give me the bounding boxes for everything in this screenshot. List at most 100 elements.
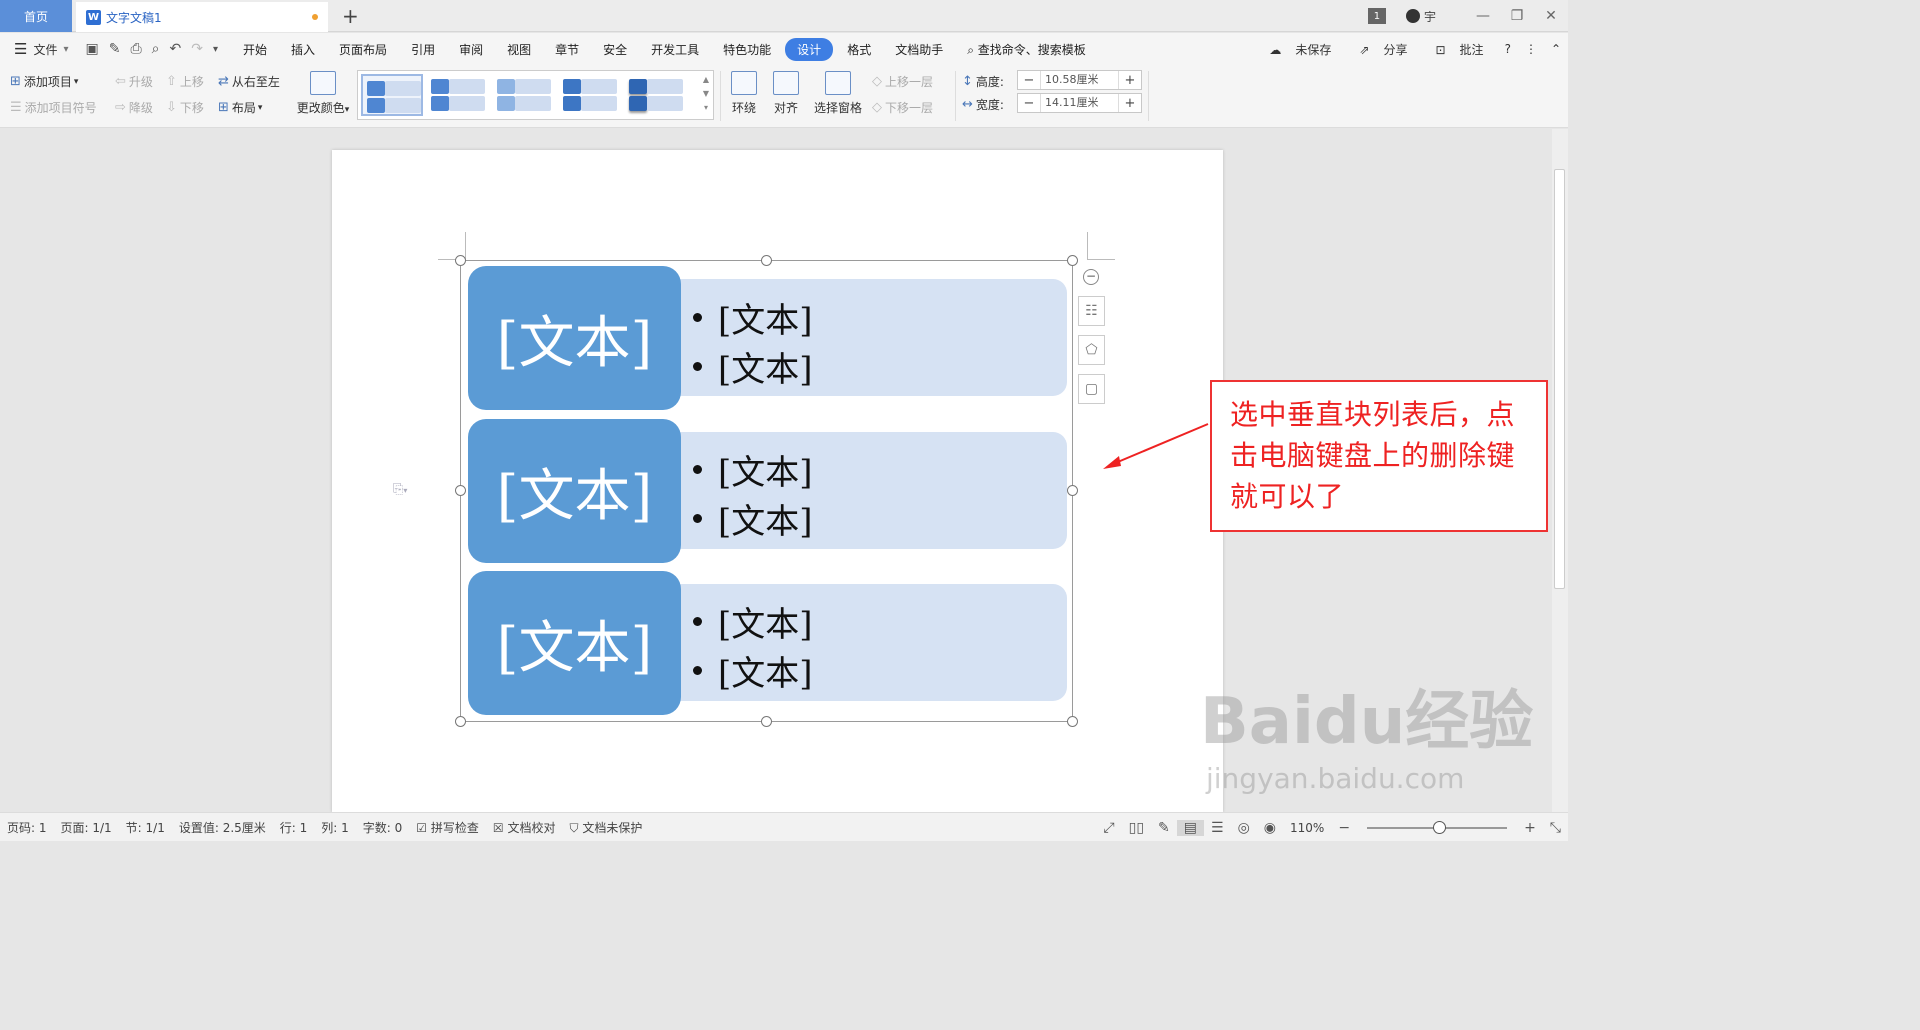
smartart-row-2-bullet-1[interactable]: [文本] (693, 445, 813, 494)
height-stepper[interactable]: − 10.58厘米 + (1017, 70, 1142, 90)
menu-page-layout[interactable]: 页面布局 (327, 41, 399, 58)
resize-handle-left[interactable] (455, 485, 466, 496)
style-thumb-4[interactable] (559, 74, 621, 116)
send-backward-button[interactable]: ◇ 下移一层 (872, 99, 933, 116)
zoom-out-icon[interactable]: − (1331, 820, 1357, 836)
status-words[interactable]: 字数: 0 (356, 819, 410, 836)
menu-format[interactable]: 格式 (835, 41, 883, 58)
zoom-slider-knob[interactable] (1433, 820, 1447, 834)
proofread-button[interactable]: ☒ 文档校对 (486, 819, 563, 836)
height-decrease-button[interactable]: − (1018, 73, 1040, 88)
menu-references[interactable]: 引用 (399, 41, 447, 58)
status-setting[interactable]: 设置值: 2.5厘米 (172, 819, 273, 836)
style-thumb-3[interactable] (493, 74, 555, 116)
smartart-row-3-main[interactable]: [文本] (468, 571, 681, 715)
right-to-left-button[interactable]: ⇄ 从右至左 (218, 73, 280, 90)
status-page-no[interactable]: 页码: 1 (0, 819, 54, 836)
move-down-button[interactable]: ⇩ 下移 (166, 99, 204, 116)
menu-doc-assistant[interactable]: 文档助手 (883, 41, 955, 58)
bring-forward-button[interactable]: ◇ 上移一层 (872, 73, 933, 90)
resize-handle-right[interactable] (1067, 485, 1078, 496)
smartart-row-2[interactable]: [文本] [文本] [文本] (468, 419, 1068, 563)
restore-icon[interactable]: ❐ (1500, 8, 1534, 24)
status-section[interactable]: 节: 1/1 (119, 819, 172, 836)
collapse-tool-icon[interactable]: − (1083, 269, 1099, 285)
selection-pane-button[interactable]: 选择窗格 (812, 71, 864, 116)
height-increase-button[interactable]: + (1119, 73, 1141, 88)
smartart-row-3-bullet-1[interactable]: [文本] (693, 597, 813, 646)
resize-handle-top-right[interactable] (1067, 255, 1078, 266)
tab-document[interactable]: W 文字文稿1 (76, 2, 328, 32)
scrollbar-thumb[interactable] (1554, 169, 1565, 589)
menu-design[interactable]: 设计 (785, 37, 834, 61)
style-thumb-1[interactable] (361, 74, 423, 116)
close-icon[interactable]: ✕ (1534, 8, 1568, 24)
width-value[interactable]: 14.11厘米 (1040, 94, 1119, 112)
wrap-button[interactable]: 环绕 (726, 71, 762, 116)
more-icon[interactable]: ⋮ (1518, 42, 1544, 56)
width-decrease-button[interactable]: − (1018, 96, 1040, 111)
vertical-scrollbar[interactable] (1552, 129, 1568, 812)
fill-style-icon[interactable]: ⬠ (1078, 335, 1105, 365)
new-tab-plus-icon[interactable]: + (342, 4, 359, 28)
minimize-icon[interactable]: — (1466, 8, 1500, 24)
print-preview-icon[interactable]: ⌕ (147, 41, 165, 57)
layout-button[interactable]: ⊞ 布局 ▾ (218, 99, 262, 116)
zoom-level[interactable]: 110% (1283, 821, 1331, 835)
status-pages[interactable]: 页面: 1/1 (54, 819, 119, 836)
add-item-button[interactable]: ⊞ 添加项目 ▾ (10, 73, 78, 90)
help-icon[interactable]: ? (1498, 42, 1518, 56)
spell-check-button[interactable]: ☑ 拼写检查 (409, 819, 486, 836)
command-search[interactable]: ⌕ 查找命令、搜索模板 (955, 41, 1098, 58)
width-stepper[interactable]: − 14.11厘米 + (1017, 93, 1142, 113)
read-mode-icon[interactable]: ▯▯ (1122, 820, 1151, 836)
resize-handle-bottom-right[interactable] (1067, 716, 1078, 727)
height-value[interactable]: 10.58厘米 (1040, 71, 1119, 89)
resize-handle-top[interactable] (761, 255, 772, 266)
outline-style-icon[interactable]: ▢ (1078, 374, 1105, 404)
zoom-in-icon[interactable]: + (1517, 820, 1543, 836)
smartart-row-1[interactable]: [文本] [文本] [文本] (468, 266, 1068, 410)
smartart-row-1-bullet-2[interactable]: [文本] (693, 342, 813, 391)
undo-icon[interactable]: ↶ (165, 41, 187, 57)
menu-features[interactable]: 特色功能 (711, 41, 783, 58)
write-mode-icon[interactable]: ✎ (1151, 820, 1177, 836)
gallery-scroll[interactable]: ▲ ▼ ▾ (701, 73, 711, 117)
style-thumb-5[interactable] (625, 74, 687, 116)
user-account[interactable]: 宇 (1405, 8, 1436, 25)
redo-icon[interactable]: ↷ (186, 41, 208, 57)
smartart-row-1-main[interactable]: [文本] (468, 266, 681, 410)
menu-start[interactable]: 开始 (231, 41, 279, 58)
comment-button[interactable]: ⊡ 批注 (1421, 41, 1497, 58)
change-color-button[interactable]: 更改颜色▾ (292, 71, 354, 116)
status-row[interactable]: 行: 1 (273, 819, 315, 836)
file-menu[interactable]: ☰ 文件 ▾ (0, 40, 81, 58)
format-painter-icon[interactable]: ✎ (104, 41, 126, 57)
web-view-icon[interactable]: ◎ (1231, 820, 1257, 836)
smartart-row-2-main[interactable]: [文本] (468, 419, 681, 563)
menu-view[interactable]: 视图 (495, 41, 543, 58)
resize-handle-top-left[interactable] (455, 255, 466, 266)
resize-handle-bottom[interactable] (761, 716, 772, 727)
menu-security[interactable]: 安全 (591, 41, 639, 58)
window-count-badge[interactable]: 1 (1367, 8, 1386, 24)
eye-protect-icon[interactable]: ◉ (1257, 820, 1283, 836)
fullscreen-icon[interactable]: ⤢ (1096, 820, 1121, 836)
unsaved-button[interactable]: ☁ 未保存 (1255, 41, 1345, 58)
fit-icon[interactable]: ⤡ (1543, 820, 1568, 836)
quick-access-more-icon[interactable]: ▾ (208, 44, 223, 55)
smartart-row-2-bullet-2[interactable]: [文本] (693, 494, 813, 543)
page-view-icon[interactable]: ▤ (1176, 819, 1205, 836)
demote-button[interactable]: ⇨ 降级 (115, 99, 153, 116)
width-increase-button[interactable]: + (1119, 96, 1141, 111)
outline-view-icon[interactable]: ☰ (1204, 820, 1231, 836)
smartart-row-3[interactable]: [文本] [文本] [文本] (468, 571, 1068, 715)
protect-button[interactable]: ⛉ 文档未保护 (563, 819, 650, 836)
collapse-ribbon-icon[interactable]: ⌃ (1544, 42, 1568, 56)
resize-handle-bottom-left[interactable] (455, 716, 466, 727)
print-icon[interactable]: ⎙ (125, 41, 146, 57)
save-icon[interactable]: ▣ (81, 41, 104, 57)
menu-developer[interactable]: 开发工具 (639, 41, 711, 58)
smartart-row-3-bullet-2[interactable]: [文本] (693, 646, 813, 695)
status-col[interactable]: 列: 1 (314, 819, 356, 836)
